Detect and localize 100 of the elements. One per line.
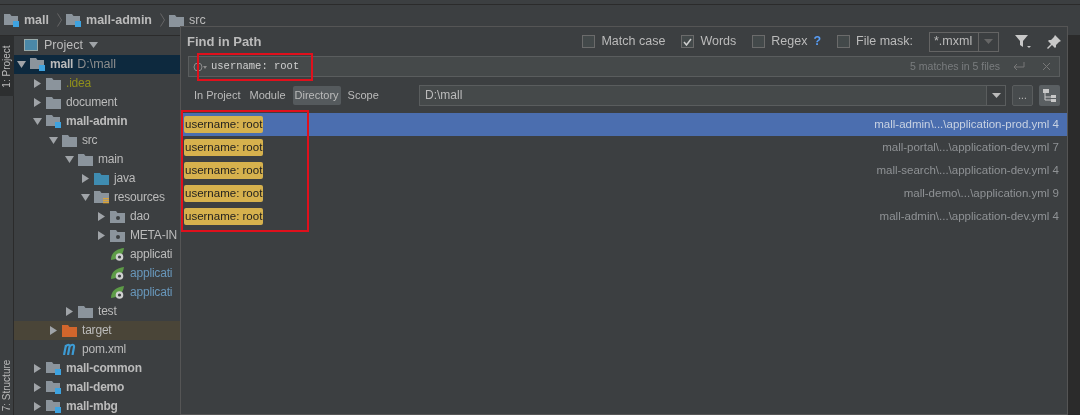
tree-row[interactable]: java [14, 168, 180, 188]
package-folder-icon [110, 209, 126, 223]
browse-button[interactable]: ... [1012, 84, 1033, 106]
tree-row[interactable]: META-IN [14, 225, 180, 245]
check-icon [683, 37, 693, 46]
tree-label: src [82, 132, 98, 150]
collapsed-arrow-icon[interactable] [81, 173, 90, 183]
tree-row[interactable]: mall-mbg [14, 396, 180, 415]
tree-label: document [66, 94, 118, 112]
module-folder-icon [46, 399, 62, 414]
scope-tab[interactable]: Directory [292, 85, 341, 105]
tree-label: pom.xml [82, 341, 126, 359]
package-folder-icon [110, 228, 126, 242]
tree-row[interactable]: applicati [14, 282, 180, 302]
leaf-gear-icon [110, 284, 126, 300]
tree-row[interactable]: main [14, 149, 180, 169]
tree-row[interactable]: mall-common [14, 358, 180, 378]
file-path: mall-admin\...\application-prod.yml 4 [874, 116, 1059, 132]
tree-row[interactable]: mall-admin [14, 111, 180, 131]
directory-combo[interactable]: D:\mall [419, 84, 1006, 106]
collapsed-arrow-icon[interactable] [33, 78, 42, 88]
tree-row[interactable]: mall D:\mall [14, 54, 180, 74]
checkbox[interactable] [837, 35, 851, 48]
tree-row[interactable]: applicati [14, 244, 180, 264]
result-row[interactable]: username: root mall-admin\...\application-prod.yml 4 [181, 113, 1067, 136]
folder-icon [78, 152, 94, 166]
tree-label: mall-admin [66, 113, 128, 131]
folder-icon [46, 76, 62, 90]
tree-label: main [98, 151, 124, 169]
checkbox[interactable] [681, 35, 695, 48]
result-row[interactable]: username: root mall-portal\...\application-dev.yml 7 [181, 136, 1067, 159]
expanded-arrow-icon[interactable] [81, 192, 90, 202]
panel-icon [24, 39, 38, 52]
pin-icon[interactable] [1047, 34, 1061, 49]
collapsed-arrow-icon[interactable] [33, 401, 42, 411]
collapsed-arrow-icon[interactable] [65, 306, 74, 316]
module-folder-icon [46, 380, 62, 395]
tree-row[interactable]: document [14, 92, 180, 112]
match-highlight: username: root [184, 161, 264, 180]
option-label[interactable]: Words [700, 32, 737, 51]
tree-row[interactable]: test [14, 301, 180, 321]
breadcrumb[interactable]: mall-admin [86, 10, 152, 30]
collapsed-arrow-icon[interactable] [33, 363, 42, 373]
breadcrumb[interactable]: mall [24, 10, 49, 30]
tree-row[interactable]: target [14, 320, 180, 340]
match-highlight: username: root [184, 138, 264, 157]
search-text: username: root [211, 58, 300, 74]
tree-label: mall-mbg [66, 398, 118, 415]
help-link[interactable]: ? [813, 32, 822, 51]
dropdown-arrow-icon[interactable] [88, 42, 98, 49]
collapsed-arrow-icon[interactable] [33, 97, 42, 107]
tree-row[interactable]: pom.xml [14, 339, 180, 359]
module-folder-icon [46, 114, 62, 129]
tree-row[interactable]: resources [14, 187, 180, 207]
tree-row[interactable]: dao [14, 206, 180, 226]
match-highlight: username: root [184, 207, 264, 226]
tree-label: applicati [130, 246, 173, 264]
tree-label: java [114, 170, 136, 188]
tree-label: applicati [130, 284, 173, 302]
file-path: mall-demo\...\application.yml 9 [903, 185, 1059, 201]
tree-row[interactable]: src [14, 130, 180, 150]
dropdown-arrow-icon[interactable] [991, 92, 1001, 98]
match-highlight: username: root [184, 184, 264, 203]
expanded-arrow-icon[interactable] [65, 154, 74, 164]
expanded-arrow-icon[interactable] [49, 135, 58, 145]
breadcrumb[interactable]: src [189, 10, 206, 30]
scope-tab[interactable]: Module [247, 85, 288, 105]
expanded-arrow-icon[interactable] [17, 59, 26, 69]
collapsed-arrow-icon[interactable] [97, 230, 106, 240]
match-highlight: username: root [184, 115, 264, 134]
option-label[interactable]: Regex [771, 32, 808, 51]
collapsed-arrow-icon[interactable] [49, 325, 58, 335]
result-row[interactable]: username: root mall-demo\...\application.yml 9 [181, 182, 1067, 205]
module-folder-icon [30, 57, 46, 72]
maven-icon [62, 343, 78, 356]
structure-tool-tab[interactable]: 7: Structure [0, 359, 14, 411]
search-icon [193, 61, 207, 72]
filter-icon[interactable] [1015, 34, 1031, 49]
scope-tab[interactable]: In Project [192, 85, 243, 105]
folder-icon [78, 304, 94, 318]
tree-row[interactable]: applicati [14, 263, 180, 283]
collapsed-arrow-icon[interactable] [97, 211, 106, 221]
dialog-title: Find in Path [187, 32, 262, 51]
panel-title[interactable]: Project [44, 36, 83, 55]
collapsed-arrow-icon[interactable] [33, 382, 42, 392]
option-label[interactable]: Match case [601, 32, 666, 51]
result-row[interactable]: username: root mall-search\...\application-dev.yml 4 [181, 159, 1067, 182]
tree-row[interactable]: .idea [14, 73, 180, 93]
module-path: D:\mall [77, 55, 117, 73]
checkbox[interactable] [752, 35, 766, 48]
checkbox[interactable] [582, 35, 596, 48]
folder-tree-icon[interactable] [1039, 84, 1060, 106]
option-label[interactable]: File mask: [856, 32, 913, 51]
tree-label: applicati [130, 265, 173, 283]
result-row[interactable]: username: root mall-admin\...\application-dev.yml 4 [181, 205, 1067, 228]
tree-row[interactable]: mall-demo [14, 377, 180, 397]
scope-tab[interactable]: Scope [345, 85, 381, 105]
file-mask-combo[interactable]: *.mxml [929, 31, 999, 52]
expanded-arrow-icon[interactable] [33, 116, 42, 126]
folder-icon [62, 323, 78, 337]
